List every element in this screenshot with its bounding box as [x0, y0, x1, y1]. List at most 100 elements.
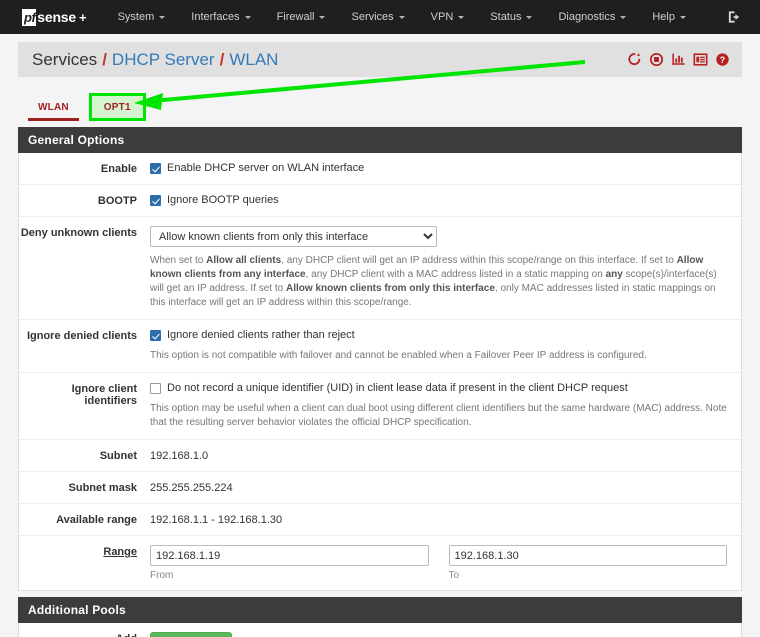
- range-to-input[interactable]: [449, 545, 728, 566]
- menu-label-firewall: Firewall: [277, 11, 315, 23]
- chevron-down-icon: [458, 16, 464, 19]
- help-text-1: When set to: [150, 255, 206, 266]
- content-ignore-client-identifiers: Do not record a unique identifier (UID) …: [150, 382, 741, 430]
- ignore-denied-clients-help: This option is not compatible with failo…: [150, 349, 727, 363]
- pfsense-logo[interactable]: pf sense +: [22, 9, 87, 26]
- row-range: Range From To: [19, 536, 741, 590]
- menu-item-vpn[interactable]: VPN: [418, 5, 478, 29]
- enable-dhcp-label: Enable DHCP server on WLAN interface: [167, 162, 364, 175]
- chart-glyph: [671, 52, 686, 67]
- chevron-down-icon: [319, 16, 325, 19]
- menu-item-diagnostics[interactable]: Diagnostics: [545, 5, 639, 29]
- content-add-pool: + Add pool If additional pools of addres…: [150, 632, 741, 637]
- menu-label-status: Status: [490, 11, 521, 23]
- row-ignore-client-identifiers: Ignore client identifiers Do not record …: [19, 373, 741, 440]
- stop-glyph: [649, 52, 664, 67]
- enable-dhcp-checkbox-row[interactable]: Enable DHCP server on WLAN interface: [150, 162, 727, 175]
- label-range-text: Range: [103, 546, 137, 558]
- tab-wlan[interactable]: WLAN: [24, 93, 83, 121]
- bootp-checkbox-row[interactable]: Ignore BOOTP queries: [150, 194, 727, 207]
- available-range-value: 192.168.1.1 - 192.168.1.30: [150, 513, 727, 526]
- menu-item-interfaces[interactable]: Interfaces: [178, 5, 263, 29]
- help-bold-4: Allow known clients from only this inter…: [286, 283, 495, 294]
- logo-plus-mark: +: [79, 10, 87, 25]
- menu-label-vpn: VPN: [431, 11, 454, 23]
- breadcrumb-separator: /: [220, 50, 225, 70]
- content-subnet: 192.168.1.0: [150, 449, 741, 462]
- ignore-client-identifiers-label: Do not record a unique identifier (UID) …: [167, 382, 628, 395]
- log-icon[interactable]: [693, 52, 708, 67]
- subnet-value: 192.168.1.0: [150, 449, 727, 462]
- ignore-bootp-label: Ignore BOOTP queries: [167, 194, 279, 207]
- content-enable: Enable DHCP server on WLAN interface: [150, 162, 741, 175]
- content-ignore-denied-clients: Ignore denied clients rather than reject…: [150, 329, 741, 363]
- breadcrumb-actions: ?: [627, 52, 730, 67]
- tab-opt1[interactable]: OPT1: [89, 93, 146, 121]
- additional-pools-panel: Additional Pools Add + Add pool If addit…: [18, 597, 742, 637]
- label-range: Range: [19, 545, 150, 581]
- deny-unknown-clients-select[interactable]: Allow known clients from only this inter…: [150, 226, 437, 247]
- breadcrumb-dhcp-server[interactable]: DHCP Server: [112, 50, 215, 70]
- row-bootp: BOOTP Ignore BOOTP queries: [19, 185, 741, 217]
- ignore-denied-clients-label: Ignore denied clients rather than reject: [167, 329, 355, 342]
- interface-tabs: WLAN OPT1: [18, 83, 742, 121]
- logout-icon[interactable]: [727, 10, 742, 25]
- help-text-3: , any DHCP client with a MAC address lis…: [306, 269, 606, 280]
- chevron-down-icon: [399, 16, 405, 19]
- svg-text:?: ?: [720, 55, 725, 65]
- restart-service-icon[interactable]: [627, 52, 642, 67]
- add-pool-button[interactable]: + Add pool: [150, 632, 232, 637]
- tab-wlan-label: WLAN: [38, 102, 69, 113]
- ignore-client-identifiers-help: This option may be useful when a client …: [150, 402, 727, 430]
- status-chart-icon[interactable]: [671, 52, 686, 67]
- range-from-input[interactable]: [150, 545, 429, 566]
- range-to-col: To: [449, 545, 728, 581]
- menu-item-status[interactable]: Status: [477, 5, 545, 29]
- menu-label-services: Services: [351, 11, 393, 23]
- label-enable: Enable: [19, 162, 150, 175]
- enable-dhcp-checkbox[interactable]: [150, 163, 161, 174]
- label-available-range: Available range: [19, 513, 150, 526]
- top-navigation-bar: pf sense + System Interfaces Firewall Se…: [0, 0, 760, 34]
- logo-pf-mark: pf: [22, 9, 36, 26]
- ignore-client-identifiers-checkbox[interactable]: [150, 383, 161, 394]
- stop-service-icon[interactable]: [649, 52, 664, 67]
- chevron-down-icon: [245, 16, 251, 19]
- menu-item-system[interactable]: System: [105, 5, 179, 29]
- content-subnet-mask: 255.255.255.224: [150, 481, 741, 494]
- row-subnet-mask: Subnet mask 255.255.255.224: [19, 472, 741, 504]
- additional-pools-header: Additional Pools: [18, 597, 742, 623]
- menu-item-help[interactable]: Help: [639, 5, 699, 29]
- row-available-range: Available range 192.168.1.1 - 192.168.1.…: [19, 504, 741, 536]
- menu-item-services[interactable]: Services: [338, 5, 417, 29]
- row-ignore-denied-clients: Ignore denied clients Ignore denied clie…: [19, 320, 741, 373]
- deny-unknown-clients-help: When set to Allow all clients, any DHCP …: [150, 254, 727, 310]
- row-add-pool: Add + Add pool If additional pools of ad…: [19, 623, 741, 637]
- chevron-down-icon: [620, 16, 626, 19]
- logo-sense-text: sense: [37, 9, 76, 25]
- ignore-bootp-checkbox[interactable]: [150, 195, 161, 206]
- breadcrumb-bar: Services / DHCP Server / WLAN: [18, 42, 742, 77]
- ignore-denied-clients-checkbox[interactable]: [150, 330, 161, 341]
- chevron-down-icon: [680, 16, 686, 19]
- ignore-denied-clients-checkbox-row[interactable]: Ignore denied clients rather than reject: [150, 329, 727, 342]
- ignore-client-identifiers-checkbox-row[interactable]: Do not record a unique identifier (UID) …: [150, 382, 727, 395]
- page-container: Services / DHCP Server / WLAN: [0, 42, 760, 637]
- content-bootp: Ignore BOOTP queries: [150, 194, 741, 207]
- breadcrumb-separator: /: [102, 50, 107, 70]
- label-deny-unknown-clients: Deny unknown clients: [19, 226, 150, 310]
- range-fields: From To: [150, 545, 727, 581]
- menu-item-firewall[interactable]: Firewall: [264, 5, 339, 29]
- general-options-body: Enable Enable DHCP server on WLAN interf…: [18, 153, 742, 591]
- row-deny-unknown-clients: Deny unknown clients Allow known clients…: [19, 217, 741, 320]
- help-icon[interactable]: ?: [715, 52, 730, 67]
- menu-label-interfaces: Interfaces: [191, 11, 239, 23]
- tab-opt1-label: OPT1: [104, 102, 131, 113]
- main-menu: System Interfaces Firewall Services VPN …: [105, 5, 699, 29]
- help-text-2: , any DHCP client will get an IP address…: [281, 255, 676, 266]
- label-add: Add: [19, 632, 150, 637]
- label-ignore-client-identifiers: Ignore client identifiers: [19, 382, 150, 430]
- content-available-range: 192.168.1.1 - 192.168.1.30: [150, 513, 741, 526]
- range-from-label: From: [150, 570, 429, 581]
- breadcrumb-wlan[interactable]: WLAN: [229, 50, 278, 70]
